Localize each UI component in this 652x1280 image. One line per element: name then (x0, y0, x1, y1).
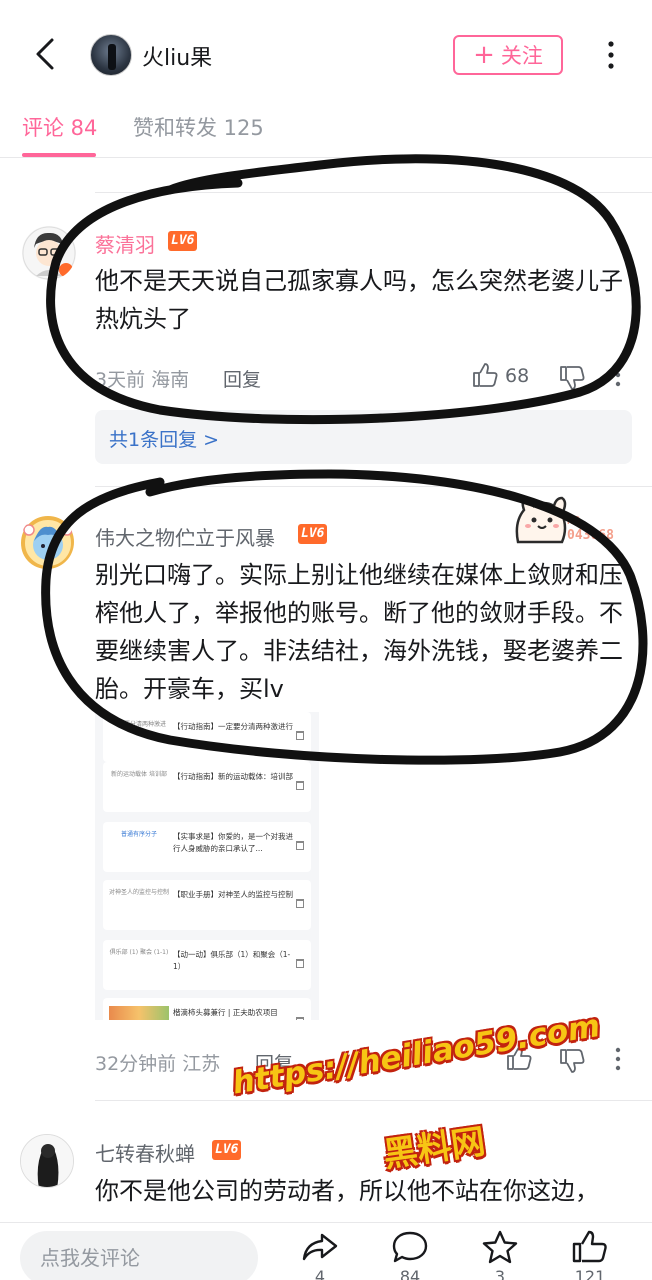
thumbs-down-icon[interactable] (558, 1047, 586, 1075)
image-item-title: 【动一动】俱乐部（1）和聚会（1-1） (173, 950, 291, 971)
divider (95, 192, 652, 193)
comment-text: 他不是天天说自己孤家寡人吗，怎么突然老婆儿子热炕头了 (95, 267, 623, 333)
image-item-title: 楷滴柿头募兼行 | 正夫助农项目 (173, 1008, 278, 1017)
tab-bar: 评论 84 赞和转发 125 (0, 104, 652, 158)
bottom-action-bar: 点我发评论 4 84 3 121 (0, 1222, 652, 1280)
comment-time-location: 3天前 海南 (95, 369, 190, 391)
view-replies-link[interactable]: 共1条回复 > (109, 425, 219, 452)
image-item-thumb: 一定要分清两种激进 (111, 721, 166, 728)
fan-badge-label: NO. (567, 514, 587, 527)
level-badge: LV6 (168, 231, 198, 251)
thumbs-up-icon[interactable] (471, 361, 499, 389)
active-tab-indicator (22, 153, 96, 157)
comment-text: 别光口嗨了。实际上别让他继续在媒体上敛财和压榨他人了，举报他的账号。断了他的敛财… (95, 561, 623, 703)
thumbs-down-icon[interactable] (558, 364, 586, 392)
image-item-thumb: 对神圣人的监控与控制 (109, 889, 170, 896)
replies-box[interactable]: 共1条回复 > (95, 410, 632, 464)
trash-icon (296, 781, 304, 790)
level-badge: LV6 (298, 524, 328, 544)
trash-icon (296, 731, 304, 740)
follow-label: 关注 (500, 44, 543, 68)
image-item-thumb: 新的运动载体 培训部 (111, 771, 167, 778)
comment-image[interactable]: 一定要分清两种激进 【行动指南】一定要分清两种激进行 新的运动载体 培训部 【行… (95, 712, 319, 1020)
image-item-thumb (109, 1006, 169, 1020)
comment-text: 你不是他公司的劳动者，所以他不站在你这边， (95, 1177, 599, 1205)
follow-button[interactable]: + 关注 (453, 35, 563, 75)
image-item-title: 【实事求是】你爱的，是一个对我进行人身威胁的亲口承认了... (173, 832, 293, 853)
back-arrow-icon[interactable] (28, 36, 64, 72)
plus-icon: + (473, 40, 495, 70)
image-item-thumb: 俱乐部 (1) 聚会 (1-1) (109, 949, 169, 956)
image-item-title: 【职业手册】对神圣人的监控与控制 (173, 890, 293, 899)
share-count: 4 (314, 1267, 326, 1280)
tab-likes-reposts[interactable]: 赞和转发 125 (133, 112, 264, 142)
trash-icon (296, 959, 304, 968)
comment-input[interactable]: 点我发评论 (20, 1231, 258, 1280)
like-count: 68 (505, 365, 530, 387)
reply-button[interactable]: 回复 (223, 365, 261, 392)
user-avatar[interactable] (90, 34, 132, 76)
comment-icon[interactable] (390, 1229, 430, 1265)
trash-icon (296, 899, 304, 908)
commenter-name[interactable]: 七转春秋蝉 (95, 1138, 195, 1167)
image-list-item: 楷滴柿头募兼行 | 正夫助农项目 (103, 998, 311, 1020)
commenter-name[interactable]: 蔡清羽 (95, 229, 155, 258)
image-list-item: 新的运动载体 培训部 【行动指南】新的运动载体：培训部 (103, 762, 311, 812)
level-badge: LV6 (212, 1140, 242, 1160)
image-list-item: 一定要分清两种激进 【行动指南】一定要分清两种激进行 (103, 712, 311, 762)
fan-badge-number: 043068 (567, 528, 614, 543)
commenter-name[interactable]: 伟大之物伫立于风暴 (95, 522, 275, 551)
comment-count: 84 (399, 1267, 421, 1280)
image-list-item: 对神圣人的监控与控制 【职业手册】对神圣人的监控与控制 (103, 880, 311, 930)
star-count: 3 (494, 1267, 506, 1280)
commenter-avatar[interactable] (20, 1134, 74, 1188)
username[interactable]: 火liu果 (142, 40, 212, 72)
top-header: 火liu果 + 关注 (0, 0, 652, 104)
commenter-avatar[interactable] (22, 226, 76, 280)
divider (95, 1100, 652, 1101)
image-item-thumb: 普通有序分子 (120, 831, 157, 838)
like-count: 121 (574, 1267, 606, 1280)
trash-icon (296, 1017, 304, 1020)
more-vertical-icon[interactable] (604, 40, 618, 70)
more-vertical-icon[interactable] (612, 1046, 624, 1072)
star-icon[interactable] (480, 1229, 520, 1265)
tab-comments[interactable]: 评论 84 (22, 112, 97, 142)
comment-time-location: 32分钟前 江苏 (95, 1053, 221, 1075)
trash-icon (296, 841, 304, 850)
share-icon[interactable] (300, 1229, 340, 1265)
image-item-title: 【行动指南】新的运动载体：培训部 (173, 772, 293, 781)
image-item-title: 【行动指南】一定要分清两种激进行 (173, 722, 293, 731)
commenter-avatar[interactable] (20, 515, 74, 569)
watermark-name: 黑料网 (381, 1121, 488, 1176)
thumbs-up-icon[interactable] (570, 1229, 610, 1265)
image-list-item: 俱乐部 (1) 聚会 (1-1) 【动一动】俱乐部（1）和聚会（1-1） (103, 940, 311, 990)
divider (95, 486, 652, 487)
more-vertical-icon[interactable] (612, 362, 624, 388)
image-list-item: 普通有序分子 【实事求是】你爱的，是一个对我进行人身威胁的亲口承认了... (103, 822, 311, 872)
